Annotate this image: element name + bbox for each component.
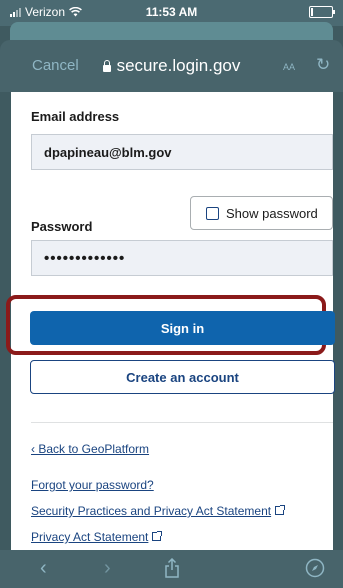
text-size-label: AA xyxy=(283,62,296,72)
show-password-checkbox[interactable] xyxy=(206,206,219,220)
forgot-password-link[interactable]: Forgot your password? xyxy=(31,478,154,492)
forward-icon[interactable]: › xyxy=(104,558,111,578)
back-icon[interactable]: ‹ xyxy=(40,558,47,578)
external-link-icon xyxy=(275,505,286,515)
security-practices-link[interactable]: Security Practices and Privacy Act State… xyxy=(31,504,286,518)
show-password-label: Show password xyxy=(226,205,318,221)
password-label: Password xyxy=(31,219,93,234)
domain-text: secure.login.gov xyxy=(116,56,241,75)
email-value: dpapineau@blm.gov xyxy=(44,144,172,160)
password-field[interactable]: ••••••••••••• xyxy=(31,240,333,276)
privacy-act-label: Privacy Act Statement xyxy=(31,530,149,544)
divider xyxy=(31,422,333,423)
compass-icon[interactable] xyxy=(305,558,325,582)
password-value: ••••••••••••• xyxy=(44,249,126,267)
reload-icon[interactable]: ↻ xyxy=(316,55,330,75)
sign-in-button[interactable]: Sign in xyxy=(30,311,335,345)
show-password-toggle[interactable]: Show password xyxy=(190,196,333,230)
email-field[interactable]: dpapineau@blm.gov xyxy=(31,134,333,170)
external-link-icon xyxy=(152,531,163,541)
lock-icon xyxy=(102,60,111,72)
email-label: Email address xyxy=(31,109,120,124)
create-account-button[interactable]: Create an account xyxy=(30,360,335,394)
share-icon[interactable] xyxy=(164,557,180,582)
battery-icon xyxy=(309,6,335,18)
clock: 11:53 AM xyxy=(145,5,198,19)
browser-toolbar: ‹ › xyxy=(0,550,343,588)
security-practices-label: Security Practices and Privacy Act State… xyxy=(31,504,272,518)
privacy-act-link[interactable]: Privacy Act Statement xyxy=(31,530,163,544)
text-size-button[interactable]: AA xyxy=(283,58,295,73)
back-to-geoplatform-link[interactable]: ‹ Back to GeoPlatform xyxy=(31,442,149,456)
browser-address-bar: Cancel secure.login.gov AA ↻ xyxy=(0,40,343,92)
